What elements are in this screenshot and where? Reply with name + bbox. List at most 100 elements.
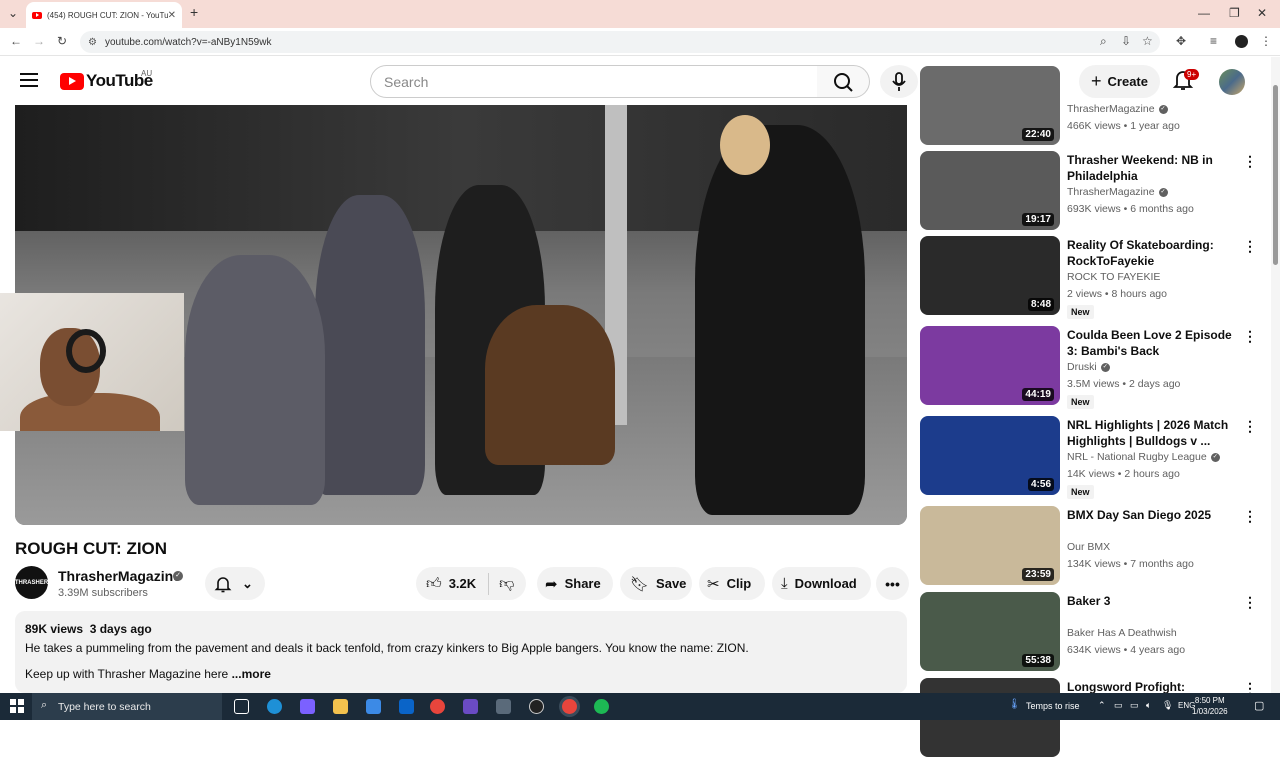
recommended-video-title[interactable]: Baker 3 bbox=[1067, 593, 1237, 609]
bookmark-star-icon[interactable]: ☆ bbox=[1142, 34, 1153, 48]
share-button[interactable]: ➦ Share bbox=[537, 567, 613, 600]
like-count[interactable]: 3.2K bbox=[449, 576, 476, 591]
back-icon[interactable]: ← bbox=[10, 34, 22, 48]
save-button[interactable]: 🔖︎ Save bbox=[620, 567, 692, 600]
show-more-button[interactable]: ...more bbox=[232, 667, 271, 681]
recommended-video-title[interactable]: BMX Day San Diego 2025 bbox=[1067, 507, 1237, 523]
recommended-channel[interactable]: ROCK TO FAYEKIE bbox=[1067, 271, 1160, 283]
recommended-video[interactable]: 19:17 Thrasher Weekend: NB in Philadelphi… bbox=[920, 151, 1260, 231]
recommended-channel[interactable]: Our BMX bbox=[1067, 541, 1110, 553]
scrollbar-thumb[interactable] bbox=[1273, 85, 1278, 265]
video-thumbnail[interactable]: 55:38 bbox=[920, 592, 1060, 671]
recommended-video[interactable]: 55:38 Baker 3 Baker Has A Deathwish 634K vi… bbox=[920, 592, 1260, 672]
hamburger-menu-icon[interactable] bbox=[20, 73, 38, 87]
channel-name[interactable]: ThrasherMagazine bbox=[58, 568, 181, 584]
recommended-video[interactable]: 22:40 ThrasherMagazine ✓ 466K views • 1 yea… bbox=[920, 66, 1260, 146]
site-info-icon[interactable]: ⚙ bbox=[88, 37, 97, 48]
chrome-menu-icon[interactable]: ⋮ bbox=[1260, 34, 1272, 48]
channel-avatar[interactable]: THRASHER bbox=[15, 566, 48, 599]
reload-icon[interactable]: ↻ bbox=[57, 34, 67, 48]
url-text: youtube.com/watch?v=-aNBy1N59wk bbox=[104, 36, 272, 48]
close-window-icon[interactable]: ✕ bbox=[1257, 6, 1267, 20]
profile-icon[interactable] bbox=[1235, 35, 1248, 48]
more-vertical-icon[interactable]: ⋮ bbox=[1243, 594, 1257, 611]
task-view-icon[interactable] bbox=[234, 699, 249, 714]
video-thumbnail[interactable]: 22:40 bbox=[920, 66, 1060, 145]
mail-icon[interactable] bbox=[399, 699, 414, 714]
chrome-icon[interactable] bbox=[430, 699, 445, 714]
recommended-video[interactable]: 8:48 Reality Of Skateboarding: RockToFaye… bbox=[920, 236, 1260, 319]
weather-text[interactable]: Temps to rise bbox=[1026, 701, 1080, 711]
url-field[interactable]: ⚙ youtube.com/watch?v=-aNBy1N59wk bbox=[80, 31, 1160, 53]
tray-app-icon[interactable]: ▭ bbox=[1114, 700, 1123, 711]
notification-center-icon[interactable]: ▢ bbox=[1254, 699, 1264, 712]
recommended-video[interactable]: 4:56 NRL Highlights | 2026 Match Highligh… bbox=[920, 416, 1260, 499]
more-vertical-icon[interactable]: ⋮ bbox=[1243, 508, 1257, 525]
recommended-video[interactable]: 23:59 BMX Day San Diego 2025 Our BMX 134K v… bbox=[920, 506, 1260, 586]
browser-tab[interactable]: (454) ROUGH CUT: ZION - YouTube ✕ bbox=[26, 2, 182, 28]
extensions-icon[interactable]: ✥ bbox=[1176, 34, 1186, 48]
recommended-video[interactable]: 44:19 Coulda Been Love 2 Episode 3: Bambi… bbox=[920, 326, 1260, 409]
video-thumbnail[interactable]: 8:48 bbox=[920, 236, 1060, 315]
reading-list-icon[interactable]: ≡ bbox=[1210, 34, 1217, 48]
store-icon[interactable] bbox=[366, 699, 381, 714]
close-tab-icon[interactable]: ✕ bbox=[168, 10, 176, 21]
recommended-channel-name: Druski bbox=[1067, 361, 1097, 373]
video-thumbnail[interactable]: 44:19 bbox=[920, 326, 1060, 405]
subscribed-notifications-button[interactable]: ⌄ bbox=[205, 567, 265, 600]
video-thumbnail[interactable]: 4:56 bbox=[920, 416, 1060, 495]
description-box[interactable]: 89K views 3 days ago He takes a pummelin… bbox=[15, 611, 907, 693]
recommended-channel[interactable]: ThrasherMagazine ✓ bbox=[1067, 103, 1168, 115]
more-vertical-icon[interactable]: ⋮ bbox=[1243, 418, 1257, 435]
file-explorer-icon[interactable] bbox=[333, 699, 348, 714]
recommended-video-title[interactable]: NRL Highlights | 2026 Match Highlights |… bbox=[1067, 417, 1237, 449]
volume-icon[interactable]: 🔈︎ bbox=[1146, 700, 1151, 711]
page-scrollbar[interactable] bbox=[1271, 57, 1280, 693]
install-app-icon[interactable]: ⇩ bbox=[1121, 34, 1131, 48]
recommended-video-title[interactable]: Reality Of Skateboarding: RockToFayekie bbox=[1067, 237, 1237, 269]
recommended-channel[interactable]: ThrasherMagazine ✓ bbox=[1067, 186, 1168, 198]
taskbar-search-input[interactable]: ⌕ Type here to search bbox=[32, 693, 222, 720]
video-thumbnail[interactable]: 23:59 bbox=[920, 506, 1060, 585]
recommended-channel[interactable]: Druski ✓ bbox=[1067, 361, 1110, 373]
app-icon[interactable] bbox=[496, 699, 511, 714]
edge-icon[interactable] bbox=[267, 699, 282, 714]
verified-icon: ✓ bbox=[173, 571, 183, 581]
recommended-channel[interactable]: Baker Has A Deathwish bbox=[1067, 627, 1177, 639]
video-thumbnail[interactable]: 19:17 bbox=[920, 151, 1060, 230]
duration-badge: 4:56 bbox=[1027, 478, 1054, 491]
zoom-icon[interactable]: ⌕ bbox=[1100, 34, 1107, 49]
new-tab-icon[interactable]: + bbox=[190, 4, 198, 20]
recommended-channel-name: ROCK TO FAYEKIE bbox=[1067, 271, 1161, 283]
clock[interactable]: 8:50 PM 1/03/2026 bbox=[1192, 695, 1228, 717]
recommended-video-title[interactable]: Coulda Been Love 2 Episode 3: Bambi's Ba… bbox=[1067, 327, 1237, 359]
obs-icon[interactable] bbox=[529, 699, 544, 714]
network-icon[interactable]: ▭ bbox=[1130, 700, 1139, 711]
app-icon[interactable] bbox=[463, 699, 478, 714]
more-vertical-icon[interactable]: ⋮ bbox=[1243, 328, 1257, 345]
dislike-icon[interactable]: 👎︎ bbox=[499, 575, 514, 593]
restore-icon[interactable]: ❐ bbox=[1229, 6, 1240, 20]
recommended-video-title[interactable]: Thrasher Weekend: NB in Philadelphia bbox=[1067, 152, 1237, 184]
like-icon[interactable]: 👍︎ bbox=[426, 575, 442, 593]
more-vertical-icon[interactable]: ⋮ bbox=[1243, 153, 1257, 170]
copilot-icon[interactable] bbox=[300, 699, 315, 714]
more-actions-button[interactable]: ••• bbox=[876, 567, 909, 600]
search-button[interactable] bbox=[817, 65, 870, 98]
forward-icon[interactable]: → bbox=[33, 34, 45, 48]
tray-chevron-icon[interactable]: ⌃ bbox=[1098, 700, 1106, 711]
voice-search-button[interactable] bbox=[880, 65, 918, 98]
recommended-channel[interactable]: NRL - National Rugby League ✓ bbox=[1067, 451, 1220, 463]
download-button[interactable]: ⤓ Download bbox=[772, 567, 871, 600]
minimize-icon[interactable]: — bbox=[1198, 6, 1210, 20]
youtube-logo[interactable]: YouTube bbox=[60, 71, 153, 91]
search-input[interactable]: Search bbox=[370, 65, 818, 98]
clip-button[interactable]: ✂ Clip bbox=[699, 567, 765, 600]
microphone-icon[interactable]: 🎙︎ bbox=[1162, 700, 1173, 711]
address-bar-row: ← → ↻ ⚙ youtube.com/watch?v=-aNBy1N59wk … bbox=[0, 28, 1280, 56]
windows-start-icon[interactable] bbox=[10, 699, 24, 713]
spotify-icon[interactable] bbox=[594, 699, 609, 714]
tab-list-icon[interactable]: ⌄ bbox=[8, 6, 18, 20]
chrome-active-icon[interactable] bbox=[562, 699, 577, 714]
more-vertical-icon[interactable]: ⋮ bbox=[1243, 238, 1257, 255]
